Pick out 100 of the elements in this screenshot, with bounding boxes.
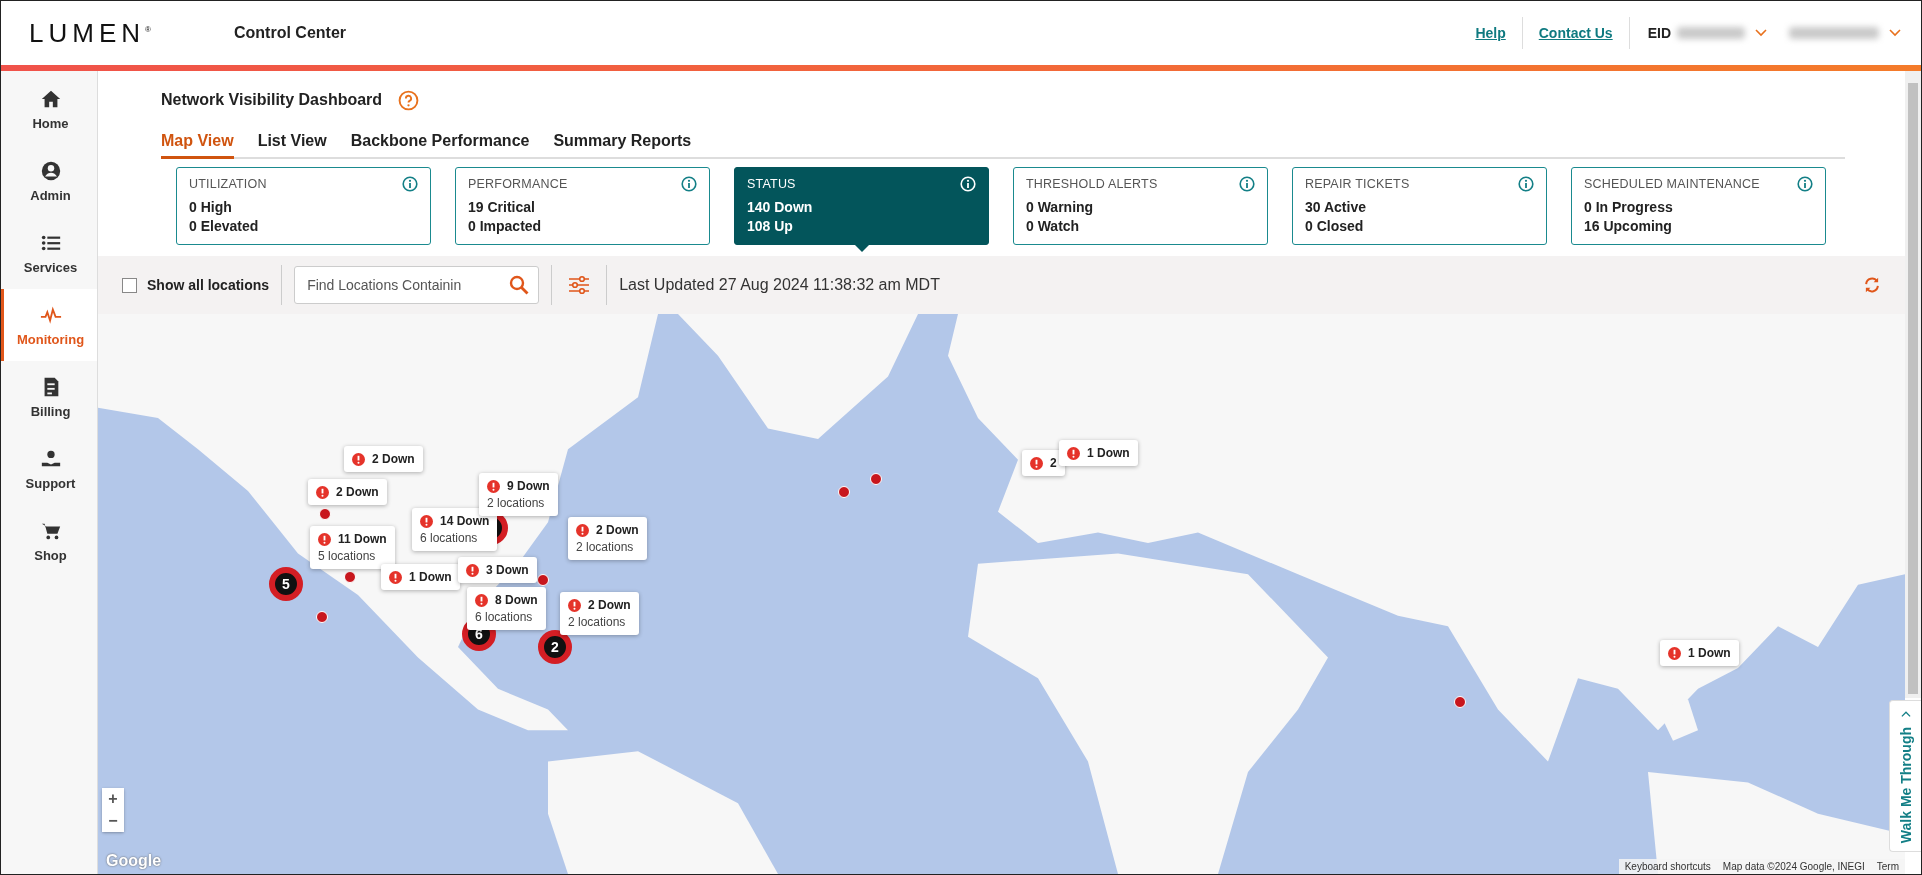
walk-me-through-tab[interactable]: Walk Me Through (1889, 700, 1921, 852)
popup-title: 2 Down (372, 452, 415, 466)
search-icon[interactable] (509, 275, 530, 295)
popup-subtitle: 2 locations (576, 540, 635, 554)
alert-icon (475, 593, 488, 607)
filter-icon[interactable] (568, 275, 591, 295)
sidebar-item[interactable]: Home (1, 73, 97, 145)
popup-title: 2 (1050, 456, 1057, 470)
view-tab[interactable]: Map View (161, 125, 234, 159)
summary-card[interactable]: UTILIZATION 0 High 0 Elevated (176, 167, 431, 245)
account-label: EID (1647, 25, 1671, 41)
scrollbar[interactable] (1905, 71, 1921, 698)
card-value: 108 Up (747, 217, 794, 236)
card-value: 0 Watch (1026, 217, 1081, 236)
popup-subtitle: 6 locations (420, 531, 479, 545)
status-popup[interactable]: 9 Down 2 locations (479, 473, 558, 516)
card-value: 0 In Progress (1584, 198, 1674, 217)
search-field[interactable]: Find Locations Containin (294, 266, 540, 304)
info-icon[interactable] (1518, 176, 1534, 192)
popup-title: 2 Down (588, 598, 631, 612)
status-popup[interactable]: 1 Down (381, 564, 460, 590)
view-tab[interactable]: Summary Reports (553, 125, 692, 159)
chevron-icon (1900, 709, 1911, 718)
summary-card[interactable]: REPAIR TICKETS 30 Active 0 Closed (1292, 167, 1547, 245)
card-title: SCHEDULED MAINTENANCE (1584, 177, 1760, 191)
card-value: 0 Closed (1305, 217, 1365, 236)
alert-icon (466, 563, 479, 577)
popup-title: 1 Down (1688, 646, 1731, 660)
status-popup[interactable]: 14 Down 6 locations (412, 508, 498, 551)
status-popup[interactable]: 2 Down 2 locations (568, 517, 647, 560)
attribution-text[interactable]: Map data ©2024 Google, INEGI (1716, 859, 1871, 874)
info-icon[interactable] (1797, 176, 1813, 192)
card-value: 0 Impacted (468, 217, 543, 236)
popup-title: 1 Down (1087, 446, 1130, 460)
person-icon (39, 159, 62, 182)
status-popup[interactable]: 2 Down 2 locations (560, 592, 639, 635)
brand-logo[interactable]: LUMEN$^{®}$ (29, 17, 234, 49)
popup-title: 14 Down (440, 514, 490, 528)
summary-card[interactable]: PERFORMANCE 19 Critical 0 Impacted (455, 167, 710, 245)
alert-icon (389, 570, 402, 584)
popup-subtitle: 2 locations (487, 496, 546, 510)
alert-icon (568, 598, 581, 612)
zoom-button[interactable]: − (102, 810, 124, 832)
zoom-button[interactable]: + (102, 788, 124, 810)
attribution-text[interactable]: Keyboard shortcuts (1618, 859, 1717, 874)
sidebar-item[interactable]: Support (1, 433, 97, 505)
alert-icon (420, 514, 433, 528)
popup-title: 2 Down (596, 523, 639, 537)
card-value: 0 Warning (1026, 198, 1095, 217)
caret-icon[interactable] (1755, 29, 1767, 37)
status-popup[interactable]: 1 Down (1660, 640, 1739, 666)
alert-icon (1067, 446, 1080, 460)
header-link[interactable]: Help (1459, 25, 1522, 41)
alert-icon (1668, 646, 1681, 660)
alert-icon (1030, 456, 1043, 470)
refresh-icon[interactable] (1863, 276, 1881, 294)
popup-title: 11 Down (338, 532, 387, 546)
alert-icon (316, 485, 329, 499)
sidebar-item[interactable]: Shop (1, 505, 97, 577)
card-title: PERFORMANCE (468, 177, 568, 191)
attribution-text[interactable]: Term (1870, 859, 1905, 874)
info-icon[interactable] (681, 176, 697, 192)
alert-icon (487, 479, 500, 493)
dashboard-title: Network Visibility Dashboard (161, 91, 383, 109)
status-popup[interactable]: 2 Down (344, 446, 423, 472)
sidebar-item[interactable]: Monitoring (1, 289, 97, 361)
card-title: REPAIR TICKETS (1305, 177, 1410, 191)
summary-card[interactable]: THRESHOLD ALERTS 0 Warning 0 Watch (1013, 167, 1268, 245)
card-value: 0 Elevated (189, 217, 260, 236)
info-icon[interactable] (402, 176, 418, 192)
checkbox[interactable] (122, 277, 137, 293)
app-title: Control Center (234, 24, 346, 42)
status-popup[interactable]: 3 Down (458, 557, 537, 583)
card-title: UTILIZATION (189, 177, 267, 191)
alert-icon (576, 523, 589, 537)
status-popup[interactable]: 8 Down 6 locations (467, 587, 546, 630)
summary-card[interactable]: SCHEDULED MAINTENANCE 0 In Progress 16 Upcoming (1571, 167, 1826, 245)
popup-subtitle: 5 locations (318, 549, 377, 563)
status-popup[interactable]: 2 (1022, 450, 1065, 476)
card-value: 16 Upcoming (1584, 217, 1673, 236)
header-link[interactable]: Contact Us (1522, 25, 1629, 41)
popup-title: 9 Down (507, 479, 550, 493)
view-tab[interactable]: List View (257, 125, 327, 159)
info-icon[interactable] (1239, 176, 1255, 192)
sidebar-item[interactable]: Billing (1, 361, 97, 433)
card-value: 140 Down (747, 198, 814, 217)
sidebar-item[interactable]: Admin (1, 145, 97, 217)
alert-icon (318, 532, 331, 546)
caret-icon[interactable] (1889, 29, 1901, 37)
view-tab[interactable]: Backbone Performance (350, 125, 530, 159)
card-title: THRESHOLD ALERTS (1026, 177, 1158, 191)
checkbox-label: Show all locations (147, 277, 270, 293)
status-popup[interactable]: 2 Down (308, 479, 387, 505)
card-value: 30 Active (1305, 198, 1367, 217)
card-value: 0 High (189, 198, 233, 217)
sidebar-item[interactable]: Services (1, 217, 97, 289)
help-icon[interactable] (398, 89, 420, 111)
status-popup[interactable]: 1 Down (1059, 440, 1138, 466)
status-popup[interactable]: 11 Down 5 locations (310, 526, 395, 569)
popup-title: 2 Down (336, 485, 379, 499)
